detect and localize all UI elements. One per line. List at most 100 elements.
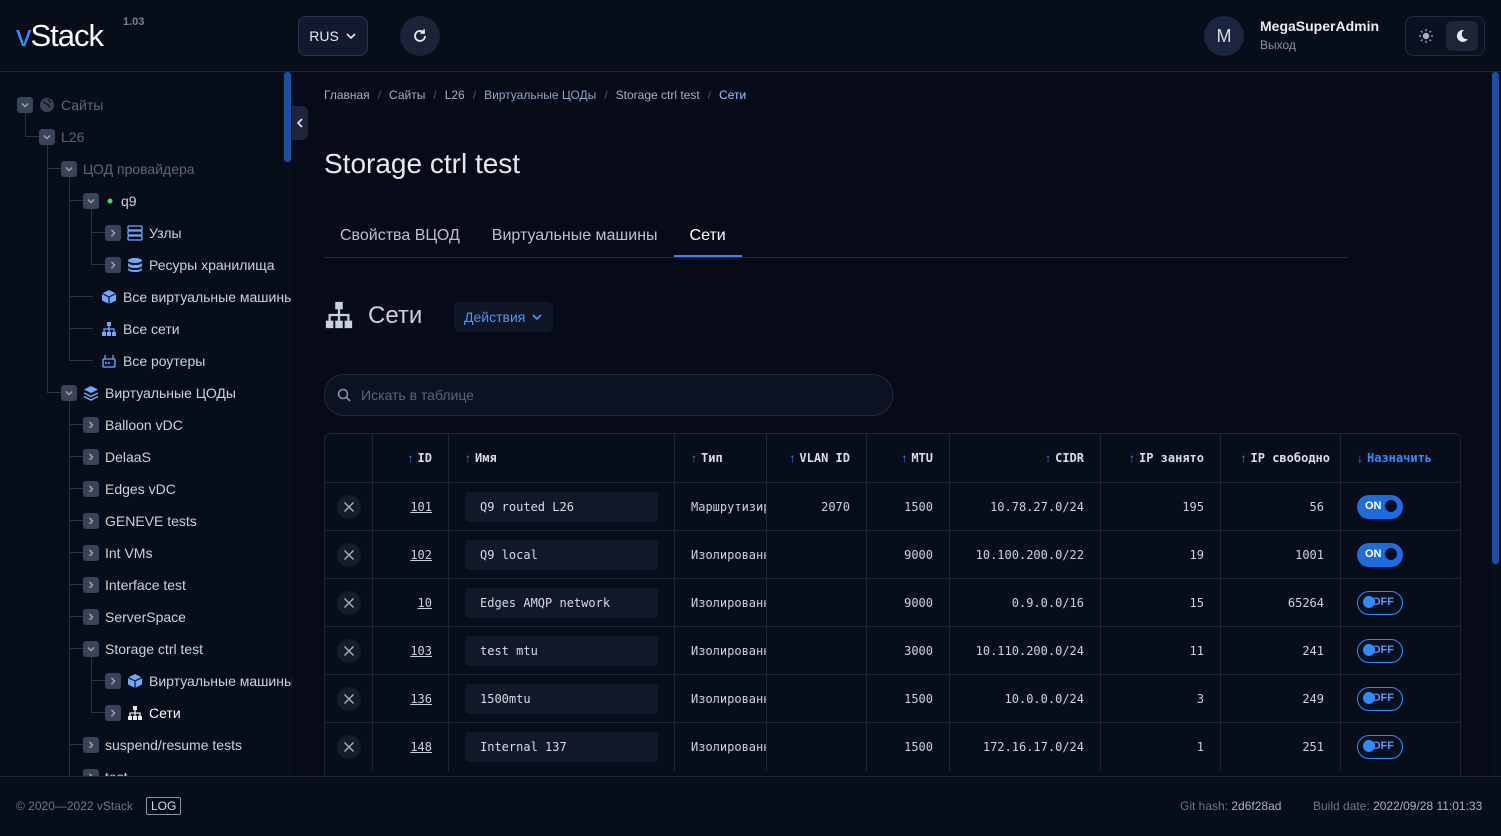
assign-toggle[interactable]: ON [1357,495,1403,519]
vstack-logo[interactable]: vStack [16,18,104,54]
column-header-id[interactable]: ↑ ID [373,434,449,482]
tree-item-sites[interactable]: Сайты [17,89,103,121]
expand-toggle[interactable] [83,609,99,625]
column-header-mtu[interactable]: ↑ MTU [867,434,950,482]
page-scrollbar[interactable] [1492,72,1501,776]
tree-item-vdc-networks[interactable]: Сети [105,697,181,729]
breadcrumb-sites[interactable]: Сайты [389,88,425,102]
expand-toggle[interactable] [105,257,121,273]
expand-toggle[interactable] [83,449,99,465]
row-select-cell [325,627,373,675]
cidr-cell: 10.78.27.0/24 [950,483,1101,531]
breadcrumb-virtual-dcs[interactable]: Виртуальные ЦОДы [484,88,596,102]
remove-button[interactable] [336,591,361,615]
tree-item-vdc[interactable]: DelaaS [83,441,151,473]
tree-item-all-networks[interactable]: Все сети [101,313,180,345]
expand-toggle[interactable] [83,513,99,529]
tree-item-vdc[interactable]: Int VMs [83,537,152,569]
tree-item-all-routers[interactable]: Все роутеры [101,345,205,377]
column-header-ip-used[interactable]: ↑ IP занято [1101,434,1221,482]
logout-link[interactable]: Выход [1260,38,1296,52]
theme-toggle[interactable] [1405,16,1485,56]
column-header-vlan[interactable]: ↑ VLAN ID [767,434,867,482]
tree-item-nodes[interactable]: Узлы [105,217,182,249]
network-id-link[interactable]: 148 [410,740,432,754]
collapse-toggle[interactable] [61,161,77,177]
tab-virtual-machines[interactable]: Виртуальные машины [476,217,674,257]
cidr-cell: 10.100.200.0/22 [950,531,1101,579]
assign-toggle[interactable]: OFF [1357,687,1403,711]
expand-toggle[interactable] [83,481,99,497]
tree-item-all-vms[interactable]: Все виртуальные машины [101,281,292,313]
tree-item-storage-ctrl-test[interactable]: Storage ctrl test [83,633,203,665]
remove-button[interactable] [336,735,361,759]
expand-toggle[interactable] [83,577,99,593]
tree-item-vdc[interactable]: ServerSpace [83,601,186,633]
tree-item-virtual-dcs[interactable]: Виртуальные ЦОДы [61,377,236,409]
scroll-thumb[interactable] [1492,72,1499,564]
language-selector[interactable]: RUS [298,16,368,56]
expand-toggle[interactable] [105,705,121,721]
tree-item-provider-dc[interactable]: ЦОД провайдера [61,153,195,185]
column-header-ip-free[interactable]: ↑ IP свободно [1221,434,1341,482]
vlan-cell [767,675,867,723]
search-input[interactable] [361,387,861,403]
collapse-toggle[interactable] [17,97,33,113]
expand-toggle[interactable] [83,417,99,433]
tab-networks[interactable]: Сети [673,217,742,257]
moon-icon[interactable] [1446,21,1478,51]
column-header-type[interactable]: ↑ Тип [675,434,767,482]
actions-dropdown[interactable]: Действия [454,302,554,332]
assign-toggle[interactable]: OFF [1357,639,1403,663]
column-header-name[interactable]: ↑ Имя [449,434,675,482]
remove-button[interactable] [336,639,361,663]
tree-item-q9[interactable]: q9 [83,185,137,217]
tree-item-vdc[interactable]: Edges vDC [83,473,176,505]
tree-item-storage[interactable]: Ресуры хранилища [105,249,275,281]
network-id-link[interactable]: 101 [410,500,432,514]
sidebar-tree: Сайты L26 ЦОД провайдера q9 Узлы Ресуры … [0,72,292,776]
mtu-cell: 1500 [867,483,950,531]
assign-toggle[interactable]: OFF [1357,591,1403,615]
assign-toggle[interactable]: ON [1357,543,1403,567]
remove-button[interactable] [336,543,361,567]
avatar[interactable]: M [1204,16,1244,56]
network-id-link[interactable]: 103 [410,644,432,658]
breadcrumb-vdc[interactable]: Storage ctrl test [616,88,700,102]
refresh-button[interactable] [400,16,440,56]
column-header-cidr[interactable]: ↑ CIDR [950,434,1101,482]
ip-used-cell: 11 [1101,627,1221,675]
collapse-toggle[interactable] [83,641,99,657]
network-id-link[interactable]: 10 [418,596,432,610]
expand-toggle[interactable] [83,545,99,561]
network-id-link[interactable]: 136 [410,692,432,706]
tree-item-vdc[interactable]: Balloon vDC [83,409,183,441]
sun-icon[interactable] [1410,21,1442,51]
tree-item-vdc-vms[interactable]: Виртуальные машины [105,665,292,697]
tree-item-vdc[interactable]: suspend/resume tests [83,729,242,761]
tree-item-l26[interactable]: L26 [39,121,84,153]
collapse-toggle[interactable] [61,385,77,401]
ip-free-cell: 65264 [1221,579,1341,627]
expand-toggle[interactable] [83,769,99,776]
expand-toggle[interactable] [83,737,99,753]
column-header-assign[interactable]: ↓ Назначить [1341,434,1460,482]
log-button[interactable]: LOG [146,797,182,815]
assign-toggle[interactable]: OFF [1357,735,1403,759]
table-search[interactable] [324,374,893,416]
expand-toggle[interactable] [105,225,121,241]
networks-table: ↑ ID ↑ Имя ↑ Тип ↑ VLAN ID ↑ MTU ↑ CIDR ↑ IP за… [324,433,1461,776]
tree-item-vdc[interactable]: GENEVE tests [83,505,197,537]
remove-button[interactable] [336,687,361,711]
collapse-toggle[interactable] [83,193,99,209]
tree-item-vdc[interactable]: test [83,761,128,776]
tree-item-vdc[interactable]: Interface test [83,569,186,601]
remove-button[interactable] [336,495,361,519]
breadcrumb-home[interactable]: Главная [324,88,370,102]
tab-vdc-properties[interactable]: Свойства ВЦОД [324,217,476,257]
network-id-link[interactable]: 102 [410,548,432,562]
collapse-toggle[interactable] [39,129,55,145]
breadcrumb-l26[interactable]: L26 [445,88,465,102]
expand-toggle[interactable] [105,673,121,689]
sidebar-scrollbar[interactable] [284,72,291,162]
